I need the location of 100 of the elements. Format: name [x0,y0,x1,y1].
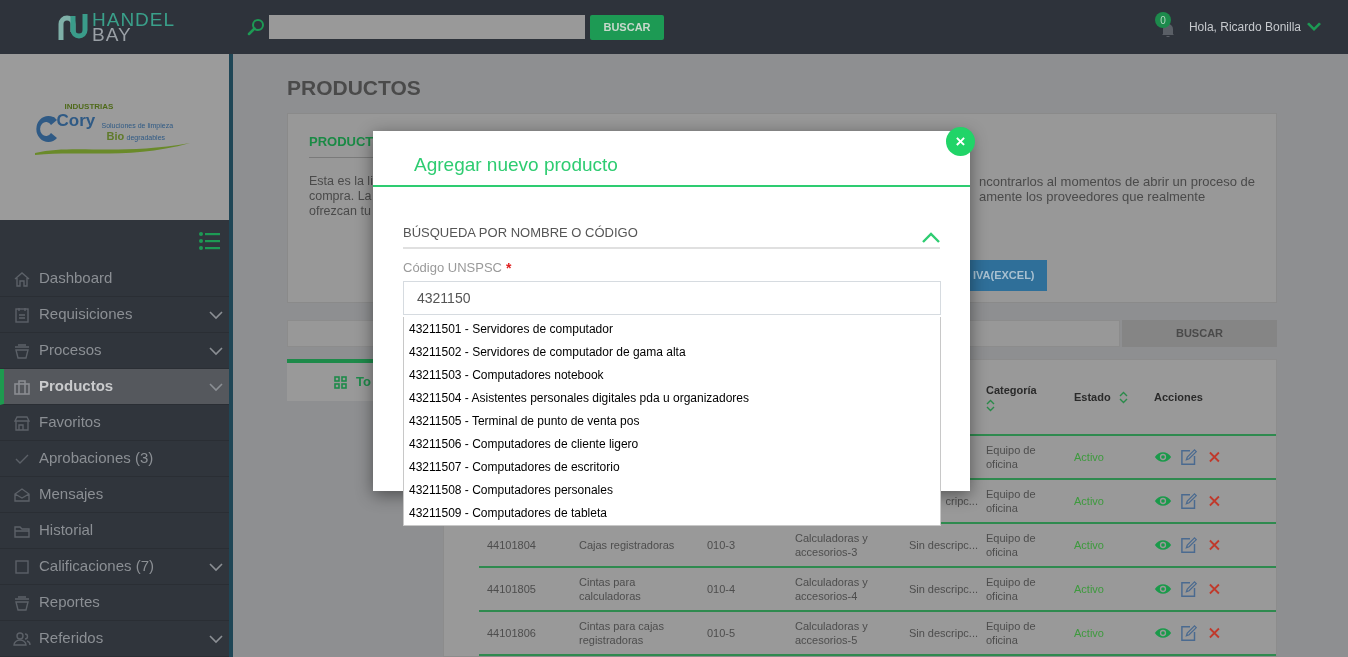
sidebar-item-label[interactable]: Dashboard [39,267,223,290]
suggestion-item[interactable]: 43211505 - Terminal de punto de venta pos [404,409,940,432]
sidebar-item-label[interactable]: Productos [39,375,209,398]
suggestion-item[interactable]: 43211501 - Servidores de computador [404,317,940,340]
sidebar-item[interactable]: Productos [0,369,229,405]
description-text: compra. La [309,188,373,204]
suggestion-item[interactable]: 43211508 - Computadores personales [404,478,940,501]
company-logo-name: Cory [56,112,96,129]
store-icon [13,413,31,432]
sidebar-item[interactable]: Favoritos [0,405,229,441]
sidebar-item-label[interactable]: Referidos [39,627,209,650]
search-button[interactable]: BUSCAR [590,14,664,40]
user-greeting[interactable]: Hola, Ricardo Bonilla [1188,18,1301,36]
sidebar-item-label[interactable]: Historial [39,519,223,542]
edit-icon[interactable] [1181,448,1198,466]
delete-icon[interactable] [1209,495,1220,507]
swoosh-icon [34,142,190,156]
table-cell: 010-5 [707,626,736,640]
logo-text: HANDEL [92,12,176,27]
table-cell-text: Equipo de oficina [986,575,1037,603]
table-cell-text: Calculadoras y accesorios-5 [795,619,869,647]
sidebar-item[interactable]: Reportes [0,585,229,621]
sidebar-item[interactable]: Aprobaciones (3) [0,441,229,477]
table-cell: 44101806 [487,626,536,640]
table-cell: 44101805 [487,582,536,596]
search-icon [247,18,265,36]
edit-icon[interactable] [1181,624,1198,642]
sidebar-item-label[interactable]: Favoritos [39,411,223,434]
sort-icon[interactable] [1118,390,1128,404]
description-text: amente los proveedores que realmente [978,188,1206,204]
search-button[interactable]: BUSCAR [1122,319,1277,347]
company-logo-text: INDUSTRIAS [64,103,114,111]
home-icon [13,269,31,288]
sidebar-item[interactable]: Requisiciones [0,297,229,333]
eye-icon[interactable] [1154,582,1172,596]
sidebar-item[interactable]: Mensajes [0,477,229,513]
table-cell-text: Cintas para calculadoras [579,575,642,603]
card-title: PRODUCT [309,132,375,151]
table-cell-text: Calculadoras y accesorios-3 [795,531,869,559]
basket-icon [13,341,31,360]
table-cell-text: Equipo de oficina [986,487,1037,515]
chevron-up-icon [922,231,940,243]
table-cell: 44101804 [487,538,536,552]
table-cell-text: Sin descripc... [908,625,978,641]
envelope-icon [13,485,31,504]
menu-icon[interactable] [199,231,220,250]
sidebar-item-label[interactable]: Requisiciones [39,303,209,326]
edit-icon[interactable] [1181,580,1198,598]
sort-icon[interactable] [986,398,995,412]
table-cell-text: Calculadoras y accesorios-4 [795,575,869,603]
edit-icon[interactable] [1181,536,1198,554]
accordion-header[interactable]: BÚSQUEDA POR NOMBRE O CÓDIGO [403,219,940,249]
status-text: Activo [1074,625,1104,641]
suggestion-item[interactable]: 43211509 - Computadores de tableta [404,501,940,524]
people-icon [13,629,31,648]
sidebar-item-label[interactable]: Mensajes [39,483,223,506]
sidebar-item-label[interactable]: Aprobaciones (3) [39,447,223,470]
sidebar-item-label[interactable]: Procesos [39,339,209,362]
sidebar-item[interactable]: Dashboard [0,261,229,297]
delete-icon[interactable] [1209,627,1220,639]
suggestion-item[interactable]: 43211506 - Computadores de cliente ligero [404,432,940,455]
description-text: ofrezcan tu [309,203,372,219]
table-cell: Cajas registradoras [579,538,675,552]
table-cell: 010-3 [707,538,736,552]
handelbay-logo-icon [57,12,89,42]
status-text: Activo [1074,581,1104,597]
logo-text: BAY [92,27,132,42]
table-cell-text: Sin descripc... [908,581,978,597]
eye-icon[interactable] [1154,450,1172,464]
bird-logo-icon [34,114,59,144]
table-cell-text: cripc... [945,493,978,509]
sidebar-item[interactable]: Historial [0,513,229,549]
grid-icon [334,375,347,389]
sidebar-item[interactable]: Referidos [0,621,229,657]
square-icon [13,557,31,576]
delete-icon[interactable] [1209,539,1220,551]
modal-title: Agregar nuevo producto [414,152,618,177]
required-mark: * [506,258,512,278]
table-cell-text: Cintas para cajas registradoras [579,619,665,647]
company-logo-text: Bio [106,131,125,142]
table-cell-text: Equipo de oficina [986,443,1037,471]
search-field[interactable] [269,15,585,39]
eye-icon[interactable] [1154,538,1172,552]
status-text: Activo [1074,537,1104,553]
suggestion-item[interactable]: 43211507 - Computadores de escritorio [404,455,940,478]
chevron-down-icon[interactable] [1306,21,1322,33]
sidebar-item-label[interactable]: Reportes [39,591,223,614]
code-input[interactable]: 4321150 [403,281,941,315]
column-header: Acciones [1154,389,1203,405]
delete-icon[interactable] [1209,583,1220,595]
edit-icon[interactable] [1181,492,1198,510]
eye-icon[interactable] [1154,494,1172,508]
column-header: Estado [1074,389,1111,405]
page-title: PRODUCTOS [287,75,422,101]
delete-icon[interactable] [1209,451,1220,463]
sidebar-item[interactable]: Calificaciones (7) [0,549,229,585]
clipboard-icon [13,305,31,324]
sidebar-item-label[interactable]: Calificaciones (7) [39,555,209,578]
eye-icon[interactable] [1154,626,1172,640]
table-cell-text: Equipo de oficina [986,619,1037,647]
